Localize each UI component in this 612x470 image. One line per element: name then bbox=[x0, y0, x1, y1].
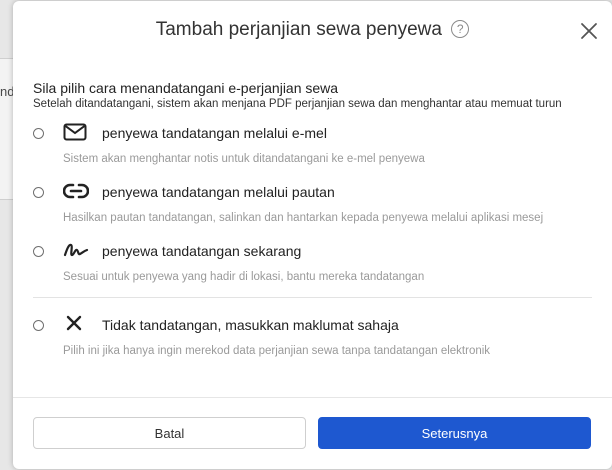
radio-sign-now[interactable] bbox=[33, 246, 44, 257]
radio-no-signature[interactable] bbox=[33, 320, 44, 331]
option-no-signature-label: Tidak tandatangan, masukkan maklumat sah… bbox=[102, 317, 399, 333]
option-no-signature-description: Pilih ini jika hanya ingin merekod data … bbox=[63, 345, 491, 357]
close-icon[interactable] bbox=[578, 20, 600, 42]
option-email[interactable]: penyewa tandatangan melalui e-mel Sistem… bbox=[13, 123, 612, 172]
help-icon[interactable]: ? bbox=[451, 20, 470, 38]
x-icon bbox=[63, 314, 87, 334]
option-link-description: Hasilkan pautan tandatangan, salinkan da… bbox=[63, 212, 544, 224]
dialog-title-wrap: Tambah perjanjian sewa penyewa ? bbox=[13, 19, 612, 41]
sign-method-dialog: Tambah perjanjian sewa penyewa ? Sila pi… bbox=[13, 1, 612, 469]
option-email-description: Sistem akan menghantar notis untuk ditan… bbox=[63, 153, 425, 165]
footer-divider bbox=[13, 397, 612, 398]
option-sign-now-description: Sesuai untuk penyewa yang hadir di lokas… bbox=[63, 271, 425, 283]
link-icon bbox=[62, 181, 90, 201]
dialog-title: Tambah perjanjian sewa penyewa bbox=[155, 19, 442, 40]
radio-email[interactable] bbox=[33, 128, 44, 139]
background-partial-text: nd bbox=[0, 84, 14, 99]
radio-link[interactable] bbox=[33, 187, 44, 198]
option-email-label: penyewa tandatangan melalui e-mel bbox=[102, 125, 327, 141]
next-button[interactable]: Seterusnya bbox=[318, 417, 591, 449]
option-sign-now[interactable]: penyewa tandatangan sekarang Sesuai untu… bbox=[13, 243, 612, 290]
envelope-icon bbox=[63, 122, 87, 142]
background-panel bbox=[0, 58, 14, 200]
options-divider bbox=[33, 297, 592, 298]
option-no-signature[interactable]: Tidak tandatangan, masukkan maklumat sah… bbox=[13, 315, 612, 364]
section-subtitle: Setelah ditandatangani, sistem akan menj… bbox=[33, 98, 562, 110]
option-link[interactable]: penyewa tandatangan melalui pautan Hasil… bbox=[13, 183, 612, 231]
cancel-button[interactable]: Batal bbox=[33, 417, 306, 449]
signature-icon bbox=[63, 240, 89, 260]
option-link-label: penyewa tandatangan melalui pautan bbox=[102, 184, 335, 200]
option-sign-now-label: penyewa tandatangan sekarang bbox=[102, 243, 302, 259]
dialog-header: Tambah perjanjian sewa penyewa ? bbox=[13, 1, 612, 59]
section-title: Sila pilih cara menandatangani e-perjanj… bbox=[33, 80, 339, 96]
